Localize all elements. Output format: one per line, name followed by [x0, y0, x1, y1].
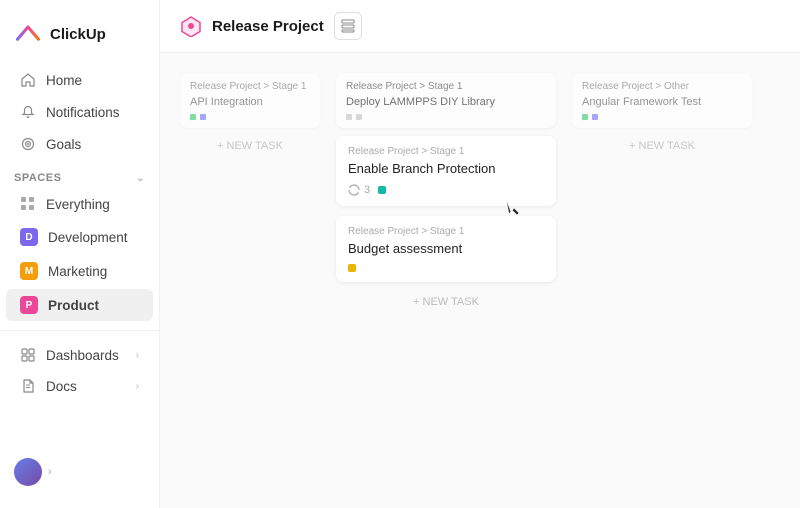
card-branch-path: Release Project > Stage 1 [348, 146, 544, 157]
everything-grid-icon [20, 196, 36, 212]
card-api-integration[interactable]: Release Project > Stage 1 API Integratio… [180, 73, 320, 128]
board-column-1: Release Project > Stage 1 API Integratio… [180, 73, 320, 488]
user-avatar[interactable] [14, 458, 42, 486]
card-enable-branch[interactable]: Release Project > Stage 1 Enable Branch … [336, 136, 556, 206]
sidebar-item-development-label: Development [48, 230, 128, 245]
card-deploy-title: Deploy LAMMPPS DIY Library [346, 96, 546, 108]
dashboards-icon [20, 347, 36, 363]
card-budget-path: Release Project > Stage 1 [348, 226, 544, 237]
board-column-3: Release Project > Other Angular Framewor… [572, 73, 752, 488]
card-budget-title: Budget assessment [348, 241, 544, 256]
sidebar-item-home-label: Home [46, 73, 82, 88]
project-icon [180, 15, 202, 37]
table-icon [341, 19, 355, 33]
marketing-badge: M [20, 262, 38, 280]
card-branch-footer: 3 [348, 184, 544, 196]
card-angular[interactable]: Release Project > Other Angular Framewor… [572, 73, 752, 128]
project-title: Release Project [212, 18, 324, 35]
card-branch-comments: 3 [348, 184, 370, 196]
sidebar-item-notifications-label: Notifications [46, 105, 120, 120]
sidebar-item-development[interactable]: D Development [6, 221, 153, 253]
bottom-nav: Dashboards › Docs › [0, 330, 159, 402]
target-icon [20, 136, 36, 152]
development-badge: D [20, 228, 38, 246]
card-budget-footer [348, 264, 544, 272]
branch-comment-count: 3 [364, 184, 370, 196]
sidebar-item-everything-label: Everything [46, 197, 110, 212]
docs-arrow-icon: › [136, 381, 139, 392]
card-branch-title: Enable Branch Protection [348, 161, 544, 176]
card-deploy-lammpps[interactable]: Release Project > Stage 1 Deploy LAMMPPS… [336, 73, 556, 128]
spaces-section-header: Spaces ⌄ [0, 160, 159, 188]
chevron-down-icon: ⌄ [136, 173, 145, 184]
sidebar-item-dashboards-label: Dashboards [46, 348, 119, 363]
sidebar-item-marketing-label: Marketing [48, 264, 107, 279]
dashboards-arrow-icon: › [136, 350, 139, 361]
bell-icon [20, 104, 36, 120]
sidebar-item-docs-label: Docs [46, 379, 77, 394]
card-deploy-tags [346, 114, 546, 120]
card-angular-path: Release Project > Other [582, 81, 742, 92]
sidebar-item-goals-label: Goals [46, 137, 81, 152]
sidebar-item-notifications[interactable]: Notifications [6, 97, 153, 127]
card-tags [190, 114, 310, 120]
sidebar-item-docs[interactable]: Docs › [6, 371, 153, 401]
sidebar-item-goals[interactable]: Goals [6, 129, 153, 159]
add-task-button-col2[interactable]: + NEW TASK [336, 292, 556, 312]
main-area: Release Project Release Project > Stage … [160, 0, 800, 508]
avatar-chevron-icon: › [48, 466, 52, 478]
refresh-icon [348, 184, 360, 196]
card-angular-title: Angular Framework Test [582, 96, 742, 108]
clickup-logo-icon [14, 20, 42, 48]
card-budget[interactable]: Release Project > Stage 1 Budget assessm… [336, 216, 556, 282]
card-title: API Integration [190, 96, 310, 108]
view-toggle-button[interactable] [334, 12, 362, 40]
tag-yellow [348, 264, 356, 272]
card-angular-tags [582, 114, 742, 120]
sidebar-item-everything[interactable]: Everything [6, 189, 153, 219]
sidebar-item-dashboards[interactable]: Dashboards › [6, 340, 153, 370]
sidebar-item-home[interactable]: Home [6, 65, 153, 95]
board-area: Release Project > Stage 1 API Integratio… [160, 53, 800, 508]
board-column-2: Release Project > Stage 1 Deploy LAMMPPS… [336, 73, 556, 488]
topbar: Release Project [160, 0, 800, 53]
logo-area: ClickUp [0, 12, 159, 64]
sidebar-item-product-label: Product [48, 298, 99, 313]
sidebar: ClickUp Home Notifications Goals [0, 0, 160, 508]
tag-teal [378, 186, 386, 194]
product-badge: P [20, 296, 38, 314]
card-path: Release Project > Stage 1 [190, 81, 310, 92]
add-task-button-col1[interactable]: + NEW TASK [180, 136, 320, 156]
home-icon [20, 72, 36, 88]
logo-label: ClickUp [50, 26, 106, 43]
docs-icon [20, 378, 36, 394]
card-deploy-path: Release Project > Stage 1 [346, 81, 546, 92]
sidebar-item-marketing[interactable]: M Marketing [6, 255, 153, 287]
add-task-button-col3[interactable]: + NEW TASK [572, 136, 752, 156]
sidebar-item-product[interactable]: P Product [6, 289, 153, 321]
